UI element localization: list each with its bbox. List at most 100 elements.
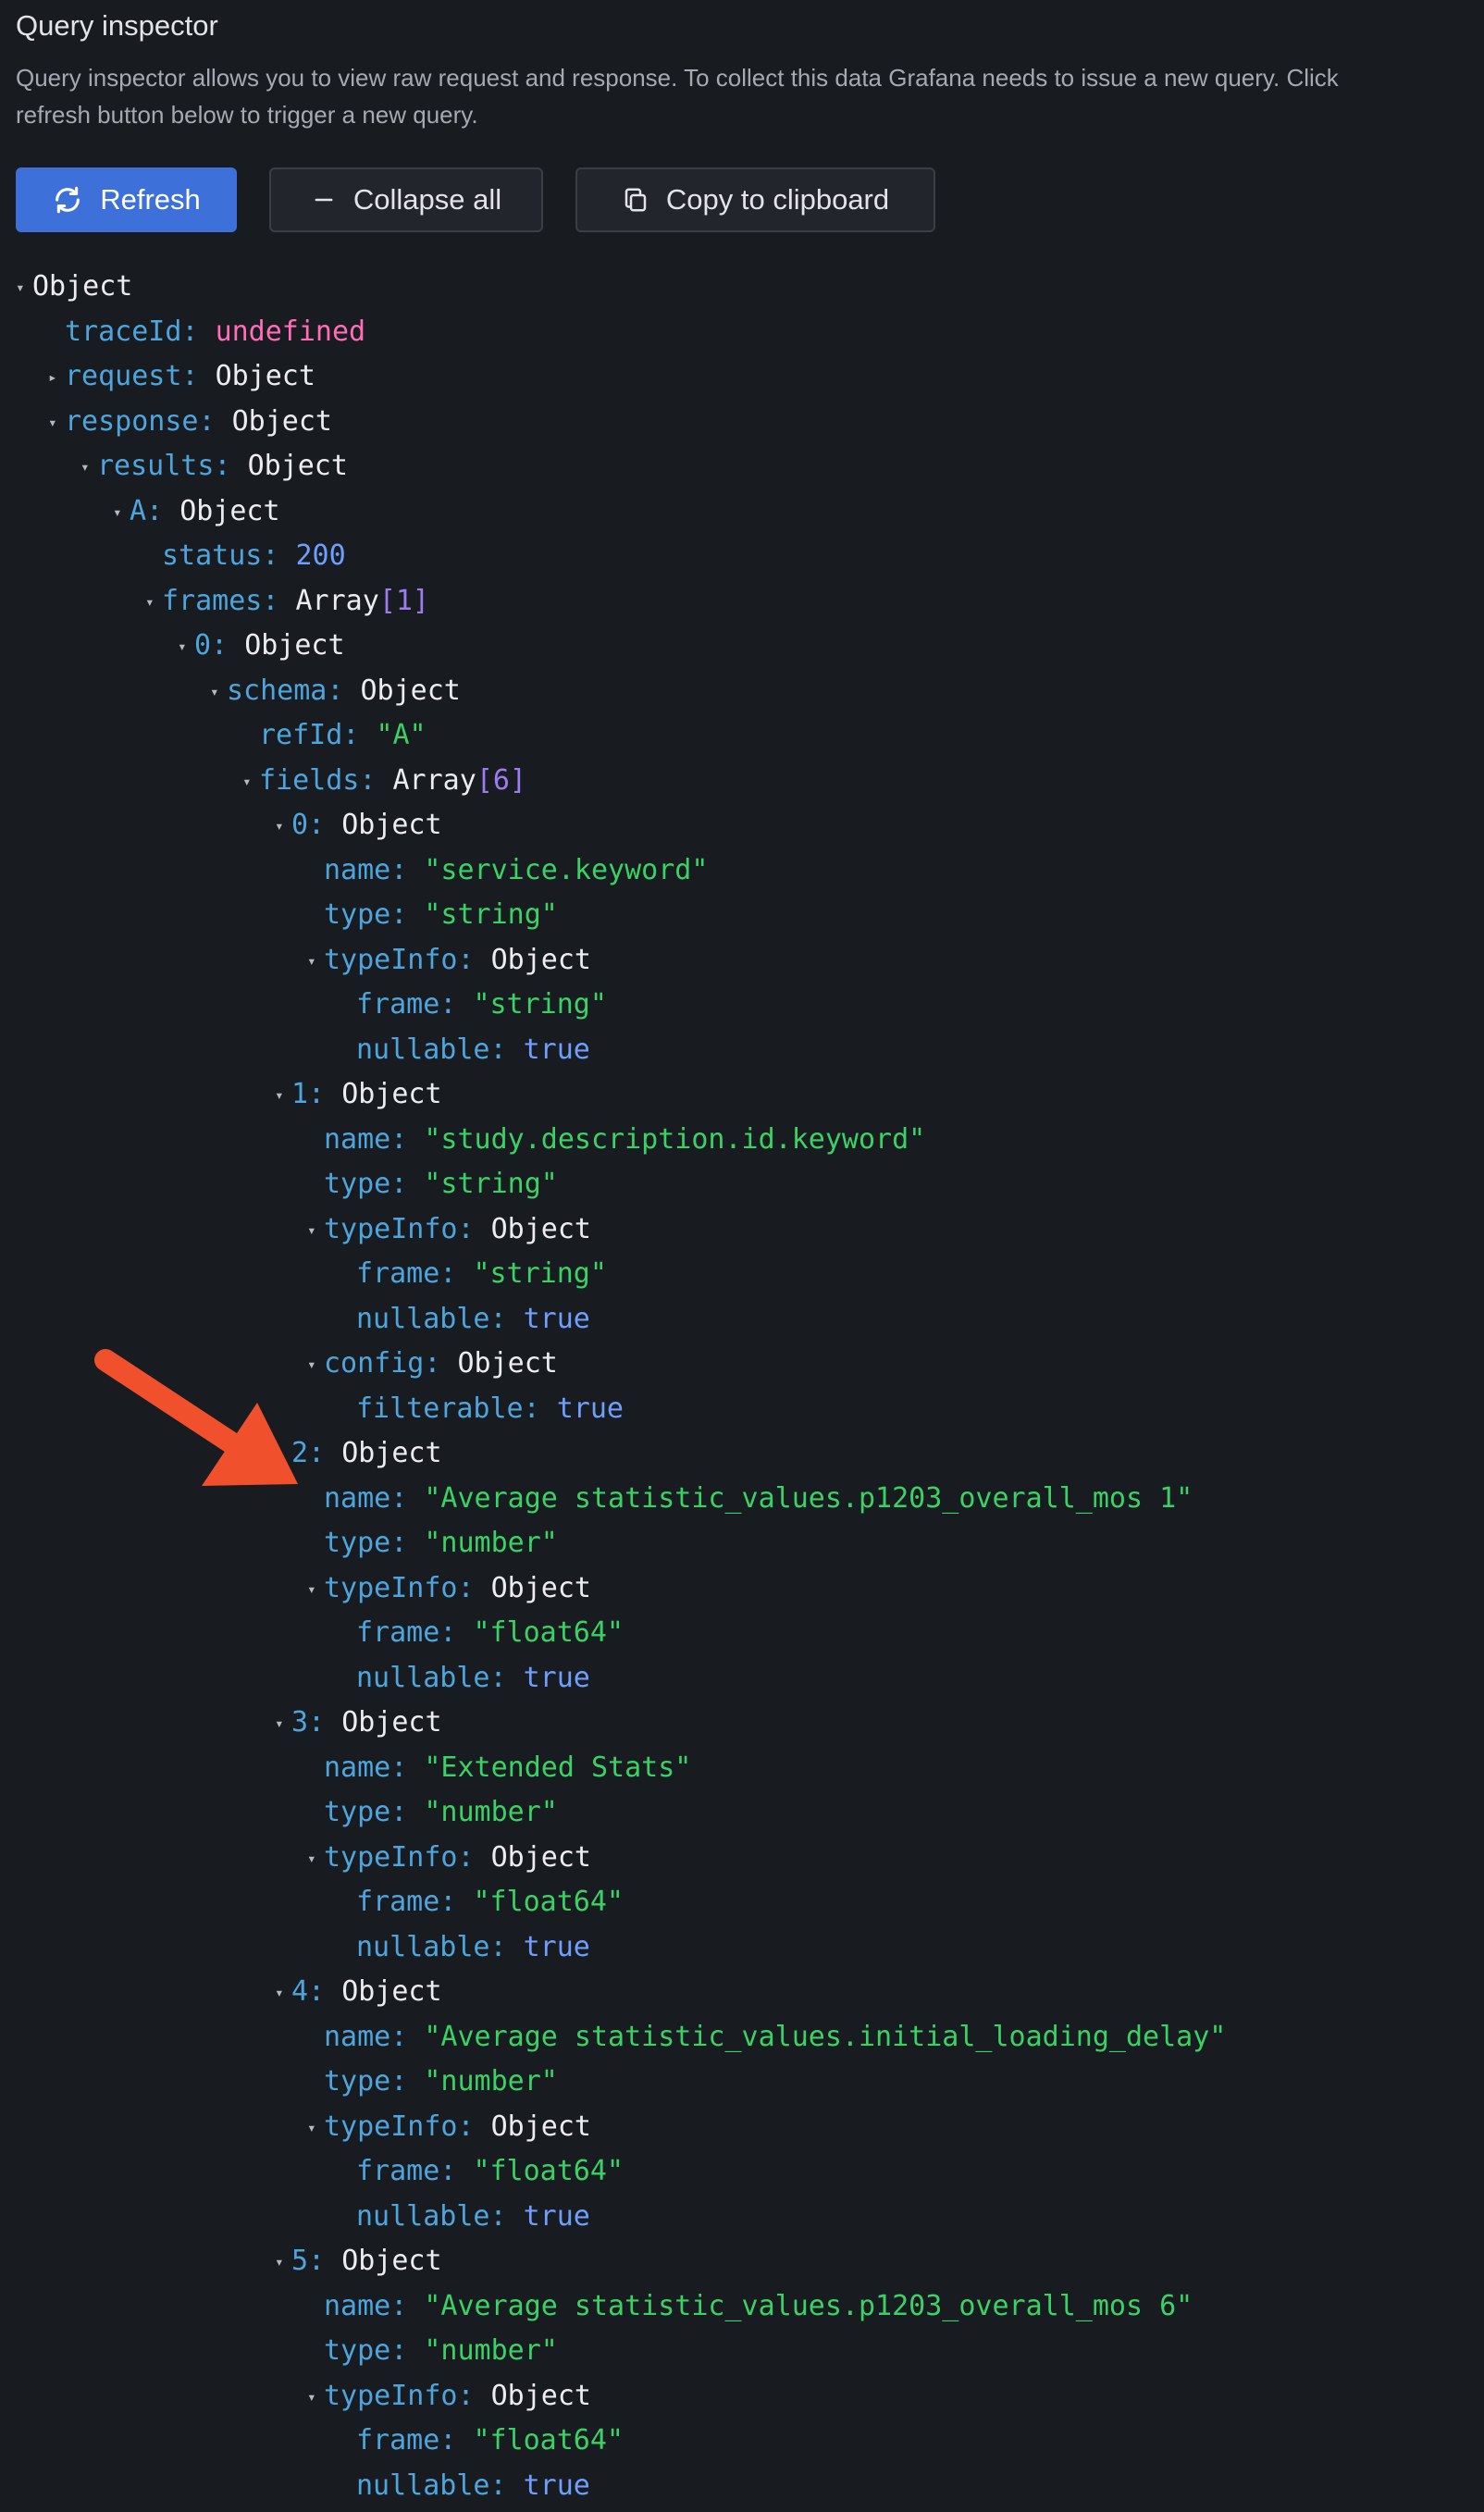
- tree-value: Object: [341, 2245, 442, 2277]
- tree-value: "string": [473, 988, 607, 1021]
- tree-key: A:: [130, 494, 164, 527]
- tree-value: true: [523, 1930, 590, 1963]
- tree-key: nullable:: [356, 1302, 507, 1335]
- tree-key: filterable:: [356, 1392, 540, 1425]
- tree-row[interactable]: ▾ 4: Object: [275, 1974, 442, 2018]
- tree-key: typeInfo:: [324, 1840, 475, 1874]
- tree-value: "number": [424, 1527, 558, 1559]
- caret-down-icon[interactable]: ▾: [275, 1974, 291, 2011]
- caret-down-icon[interactable]: ▾: [80, 449, 97, 486]
- caret-down-icon[interactable]: ▾: [145, 584, 162, 621]
- tree-key: name:: [324, 2020, 408, 2053]
- tree-row[interactable]: ▾ typeInfo: Object: [307, 1839, 591, 1884]
- tree-value: Object: [341, 1975, 442, 2008]
- tree-key: frames:: [162, 584, 279, 617]
- caret-down-icon[interactable]: ▾: [307, 1840, 324, 1877]
- tree-row: nullable: true: [340, 2468, 590, 2512]
- tree-key: typeInfo:: [324, 1212, 475, 1245]
- caret-down-icon[interactable]: ▾: [307, 2379, 324, 2416]
- tree-value: "float64": [473, 1616, 624, 1649]
- tree-key: status:: [162, 539, 279, 572]
- tree-row[interactable]: ▾ config: Object: [307, 1345, 558, 1390]
- tree-row[interactable]: ▾ fields: Array[6]: [242, 762, 526, 807]
- refresh-button[interactable]: Refresh: [16, 167, 237, 232]
- caret-down-icon[interactable]: ▾: [275, 2244, 291, 2281]
- caret-down-icon[interactable]: ▾: [16, 269, 32, 306]
- caret-down-icon[interactable]: ▾: [307, 943, 324, 980]
- tree-key: type:: [324, 1168, 408, 1200]
- description: Query inspector allows you to view raw r…: [16, 59, 1484, 133]
- tree-value: "number": [424, 2065, 558, 2097]
- tree-value: "Average statistic_values.p1203_overall_…: [424, 2289, 1193, 2322]
- tree-value: Object: [341, 809, 442, 841]
- tree-key: name:: [324, 2289, 408, 2322]
- tree-value: Array: [295, 584, 379, 617]
- tree-row: type: "number": [307, 1794, 558, 1838]
- tree-row: name: "Extended Stats": [307, 1750, 691, 1794]
- tree-key: name:: [324, 1122, 408, 1156]
- tree-value: Object: [341, 1706, 442, 1739]
- tree-row[interactable]: ▾ schema: Object: [210, 673, 461, 717]
- tree-key: 3:: [291, 1706, 326, 1739]
- tree-key: nullable:: [356, 2469, 507, 2502]
- tree-value: "A": [376, 719, 427, 751]
- tree-row: frame: "string": [340, 986, 607, 1031]
- tree-row: frame: "float64": [340, 2422, 624, 2467]
- tree-value: "float64": [473, 2424, 624, 2456]
- tree-key: name:: [324, 1751, 408, 1784]
- tree-value: "study.description.id.keyword": [424, 1122, 926, 1156]
- tree-value: "number": [424, 1796, 558, 1828]
- tree-row[interactable]: ▾ typeInfo: Object: [307, 1211, 591, 1256]
- caret-down-icon[interactable]: ▾: [307, 1212, 324, 1249]
- caret-down-icon[interactable]: ▾: [307, 2110, 324, 2147]
- sync-icon: [52, 184, 83, 216]
- tree-row[interactable]: ▾ frames: Array[1]: [145, 583, 429, 627]
- tree-key: schema:: [227, 674, 344, 707]
- tree-row[interactable]: ▸ request: Object: [48, 358, 315, 402]
- collapse-all-button[interactable]: Collapse all: [269, 167, 543, 232]
- caret-right-icon[interactable]: ▸: [48, 359, 65, 396]
- tree-value: "string": [424, 1168, 558, 1200]
- caret-down-icon[interactable]: ▾: [48, 404, 65, 441]
- tree-key: results:: [97, 450, 231, 482]
- caret-down-icon[interactable]: ▾: [275, 1077, 291, 1114]
- tree-row[interactable]: ▾ 5: Object: [275, 2243, 442, 2287]
- tree-row: nullable: true: [340, 1660, 590, 1704]
- tree-row[interactable]: ▾ A: Object: [113, 493, 280, 538]
- tree-row[interactable]: ▾ typeInfo: Object: [307, 942, 591, 986]
- tree-row[interactable]: ▾ typeInfo: Object: [307, 1570, 591, 1615]
- tree-value: Object: [247, 450, 348, 482]
- tree-row[interactable]: ▾ typeInfo: Object: [307, 2378, 591, 2422]
- tree-key: fields:: [259, 763, 377, 797]
- tree-row[interactable]: ▾ 1: Object: [275, 1076, 442, 1120]
- caret-down-icon[interactable]: ▾: [242, 763, 259, 800]
- tree-row[interactable]: ▾ typeInfo: Object: [307, 2109, 591, 2153]
- annotation-arrow: [94, 1349, 298, 1486]
- caret-down-icon[interactable]: ▾: [275, 808, 291, 845]
- tree-value: "string": [424, 898, 558, 931]
- tree-row[interactable]: ▾ results: Object: [80, 448, 348, 492]
- tree-value: Object: [490, 1571, 591, 1604]
- tree-value: "string": [473, 1257, 607, 1290]
- tree-row[interactable]: ▾ Object: [16, 268, 132, 313]
- tree-value: true: [556, 1392, 624, 1425]
- tree-key: type:: [324, 2334, 408, 2367]
- copy-to-clipboard-button[interactable]: Copy to clipboard: [575, 167, 935, 232]
- tree-row[interactable]: ▾ response: Object: [48, 403, 332, 448]
- tree-row: frame: "float64": [340, 1615, 624, 1659]
- caret-down-icon[interactable]: ▾: [307, 1571, 324, 1608]
- refresh-button-label: Refresh: [100, 183, 201, 216]
- caret-down-icon[interactable]: ▾: [275, 1705, 291, 1742]
- tree-value: true: [523, 1661, 590, 1694]
- caret-down-icon[interactable]: ▾: [113, 494, 130, 531]
- tree-row: traceId: undefined: [48, 314, 365, 358]
- caret-down-icon[interactable]: ▾: [210, 674, 227, 711]
- tree-row[interactable]: ▾ 0: Object: [275, 807, 442, 851]
- tree-row[interactable]: ▾ 3: Object: [275, 1704, 442, 1749]
- tree-value: Object: [490, 2379, 591, 2412]
- tree-row[interactable]: ▾ 0: Object: [178, 627, 345, 672]
- tree-row: nullable: true: [340, 1929, 590, 1974]
- tree-row: type: "string": [307, 1166, 558, 1210]
- tree-key: config:: [324, 1347, 441, 1380]
- caret-down-icon[interactable]: ▾: [178, 628, 194, 665]
